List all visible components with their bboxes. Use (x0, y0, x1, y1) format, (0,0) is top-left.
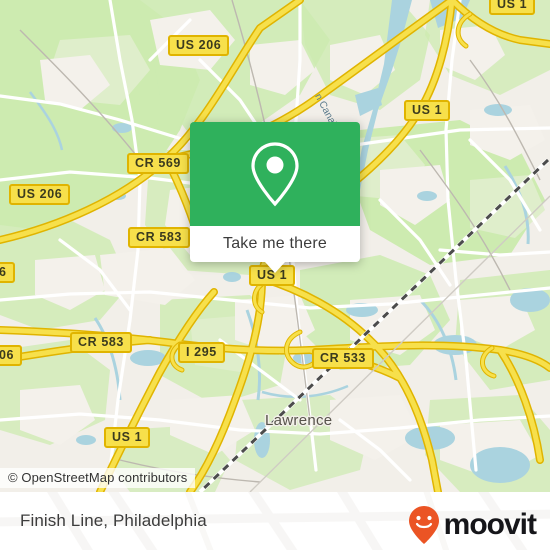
page-title: Finish Line, Philadelphia (20, 511, 207, 530)
location-popup[interactable]: Take me there (190, 122, 360, 273)
road-shield: US 1 (404, 100, 451, 121)
road-shield: CR 569 (127, 153, 189, 174)
location-pin-icon (251, 142, 299, 207)
moovit-pin-icon (408, 506, 439, 544)
road-shield: US 206 (168, 35, 230, 56)
osm-attribution[interactable]: © OpenStreetMap contributors (0, 468, 196, 488)
road-shield: 6 (0, 262, 15, 283)
screenshot-root: US 206 US 1 US 1 CR 569 US 206 CR 583 6 US 1 CR … (0, 0, 550, 550)
road-shield: US 1 (104, 427, 151, 448)
road-shield: I 295 (178, 342, 225, 363)
popup-tail (265, 262, 285, 273)
take-me-there-label: Take me there (223, 235, 327, 252)
page-footer: Finish Line, Philadelphia moovit (0, 492, 550, 550)
road-shield: CR 533 (312, 348, 374, 369)
take-me-there-button[interactable]: Take me there (190, 226, 360, 262)
road-shield: 06 (0, 345, 23, 366)
moovit-logo[interactable]: moovit (407, 505, 537, 545)
road-shield: CR 583 (128, 227, 190, 248)
road-shield: US 206 (9, 184, 71, 205)
popup-header (190, 122, 360, 226)
road-shield: US 1 (489, 0, 536, 15)
road-shield: CR 583 (70, 332, 132, 353)
place-label: Lawrence (265, 412, 333, 429)
moovit-wordmark: moovit (443, 508, 537, 541)
